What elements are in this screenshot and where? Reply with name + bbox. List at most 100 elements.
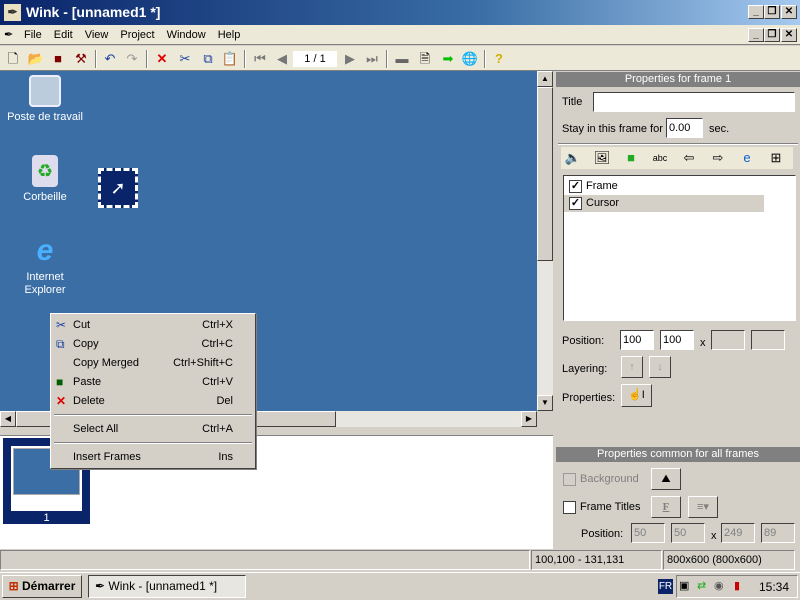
stay-duration-input[interactable]: 0.00 <box>666 118 703 138</box>
title-pos-y-input[interactable]: 50 <box>671 523 705 543</box>
add-shape-icon[interactable]: ■ <box>621 148 641 168</box>
minimize-button[interactable]: _ <box>748 5 764 19</box>
mdi-minimize-button[interactable]: _ <box>748 28 764 42</box>
menu-help[interactable]: Help <box>212 25 247 45</box>
title-width-input[interactable]: 249 <box>721 523 755 543</box>
recycle-bin-icon: ♻ <box>32 155 58 187</box>
paste-icon[interactable]: 📋 <box>220 49 240 69</box>
save-icon[interactable]: ■ <box>48 49 68 69</box>
vertical-scrollbar[interactable]: ▲ ▼ <box>537 71 553 411</box>
frame-checkbox[interactable]: ✓ <box>569 180 582 193</box>
title-pos-x-input[interactable]: 50 <box>631 523 665 543</box>
next-frame-icon[interactable]: ▶ <box>340 49 360 69</box>
width-input[interactable] <box>711 330 745 350</box>
height-input[interactable] <box>751 330 785 350</box>
maximize-button[interactable]: ❐ <box>764 5 780 19</box>
position-label: Position: <box>562 335 605 347</box>
position-y-input[interactable]: 100 <box>660 330 694 350</box>
menu-item-copy[interactable]: ⧉ Copy Ctrl+C <box>51 335 255 354</box>
add-back-button-icon[interactable]: ⇦ <box>679 148 699 168</box>
layer-up-button[interactable]: ↑ <box>621 356 643 378</box>
cursor-checkbox[interactable]: ✓ <box>569 197 582 210</box>
volume-icon[interactable]: ◉ <box>714 579 724 592</box>
close-button[interactable]: ✕ <box>781 5 797 19</box>
battery-icon[interactable]: ▮ <box>734 579 740 592</box>
menu-file[interactable]: File <box>18 25 48 45</box>
add-jump-button-icon[interactable]: ⊞ <box>766 148 786 168</box>
cursor-object-selection[interactable]: ➚ <box>98 168 138 208</box>
start-button[interactable]: ⊞ Démarrer <box>2 575 82 598</box>
menu-item-select-all[interactable]: Select All Ctrl+A <box>51 420 255 439</box>
prev-frame-icon[interactable]: ◀ <box>272 49 292 69</box>
menu-item-paste[interactable]: ■ Paste Ctrl+V <box>51 373 255 392</box>
desktop-icon-recycle-bin[interactable]: ♻ Corbeille <box>0 155 90 203</box>
export-arrow-icon[interactable]: ➡ <box>438 49 458 69</box>
menu-item-copy-merged[interactable]: Copy Merged Ctrl+Shift+C <box>51 354 255 373</box>
scroll-down-button[interactable]: ▼ <box>537 395 553 411</box>
position-x-input[interactable]: 100 <box>620 330 654 350</box>
browser-preview-icon[interactable]: 🌐 <box>460 49 480 69</box>
x-separator: x <box>700 337 706 349</box>
background-checkbox[interactable] <box>563 473 576 486</box>
menu-edit[interactable]: Edit <box>48 25 79 45</box>
wink-app-icon: ✒ <box>4 4 21 21</box>
desktop-icon-internet-explorer[interactable]: e Internet Explorer <box>0 235 90 297</box>
desktop-icon-my-computer[interactable]: Poste de travail <box>0 75 90 123</box>
undo-icon[interactable]: ↶ <box>100 49 120 69</box>
object-item-frame[interactable]: ✓ Frame <box>564 178 764 195</box>
menu-project[interactable]: Project <box>114 25 160 45</box>
title-align-dropdown[interactable]: ≡▾ <box>688 496 718 518</box>
frame-titles-checkbox[interactable] <box>563 501 576 514</box>
wink-tray-icon[interactable]: ▣ <box>679 579 689 592</box>
open-icon[interactable]: 📂 <box>26 49 46 69</box>
mdi-restore-button[interactable]: ❐ <box>764 28 780 42</box>
background-image-button[interactable]: ⛰ <box>651 468 681 490</box>
add-sound-icon[interactable]: 🔈 <box>563 148 583 168</box>
frame-properties-header: Properties for frame 1 <box>556 72 800 87</box>
layer-down-button[interactable]: ↓ <box>649 356 671 378</box>
object-properties-button[interactable]: ☝I <box>621 384 652 407</box>
language-indicator[interactable]: FR <box>658 579 673 594</box>
taskbar-wink-button[interactable]: ✒ Wink - [unnamed1 *] <box>88 575 246 598</box>
title-font-button[interactable]: F <box>651 496 681 518</box>
menu-item-delete[interactable]: ✕ Delete Del <box>51 392 255 411</box>
help-icon[interactable]: ? <box>489 49 509 69</box>
icon-label: Poste de travail <box>7 111 83 123</box>
title-height-input[interactable]: 89 <box>761 523 795 543</box>
frame-settings-icon[interactable]: ▬ <box>392 49 412 69</box>
new-icon[interactable]: 🗋 <box>3 49 23 69</box>
object-list[interactable]: ✓ Frame ✓ Cursor <box>563 175 796 321</box>
frame-page-indicator[interactable]: 1 / 1 <box>293 51 337 67</box>
title-label: Title <box>562 96 583 108</box>
scroll-right-button[interactable]: ▶ <box>521 411 537 427</box>
add-image-icon[interactable]: 🖼 <box>592 148 612 168</box>
vertical-scroll-thumb[interactable] <box>537 87 553 261</box>
menu-item-insert-frames[interactable]: Insert Frames Ins <box>51 448 255 467</box>
sec-label: sec. <box>709 123 730 135</box>
clock[interactable]: 15:34 <box>759 580 789 594</box>
scroll-up-button[interactable]: ▲ <box>537 71 553 87</box>
title-input[interactable] <box>593 92 795 112</box>
copy-icon: ⧉ <box>56 337 65 351</box>
add-text-box-icon[interactable]: abc <box>650 148 670 168</box>
network-icon[interactable]: ⇄ <box>697 579 706 592</box>
scroll-left-button[interactable]: ◀ <box>0 411 16 427</box>
system-tray: ▣ ⇄ ◉ ▮ 15:34 <box>676 575 798 598</box>
menu-item-cut[interactable]: ✂ Cut Ctrl+X <box>51 316 255 335</box>
add-url-button-icon[interactable]: e <box>737 148 757 168</box>
first-frame-icon[interactable]: ⏮ <box>250 49 270 69</box>
cut-icon[interactable]: ✂ <box>175 49 195 69</box>
object-item-cursor[interactable]: ✓ Cursor <box>564 195 764 212</box>
menu-window[interactable]: Window <box>161 25 212 45</box>
redo-icon[interactable]: ↷ <box>122 49 142 69</box>
last-frame-icon[interactable]: ⏭ <box>362 49 382 69</box>
add-next-button-icon[interactable]: ⇨ <box>708 148 728 168</box>
copy-icon[interactable]: ⧉ <box>198 49 218 69</box>
icon-label: Internet Explorer <box>24 271 66 296</box>
delete-icon[interactable]: ✕ <box>152 49 172 69</box>
render-hammer-icon[interactable]: ⚒ <box>71 49 91 69</box>
menu-view[interactable]: View <box>79 25 115 45</box>
check-document-icon[interactable]: 🗎 <box>415 49 435 69</box>
icon-label: Corbeille <box>23 191 67 203</box>
mdi-close-button[interactable]: ✕ <box>781 28 797 42</box>
